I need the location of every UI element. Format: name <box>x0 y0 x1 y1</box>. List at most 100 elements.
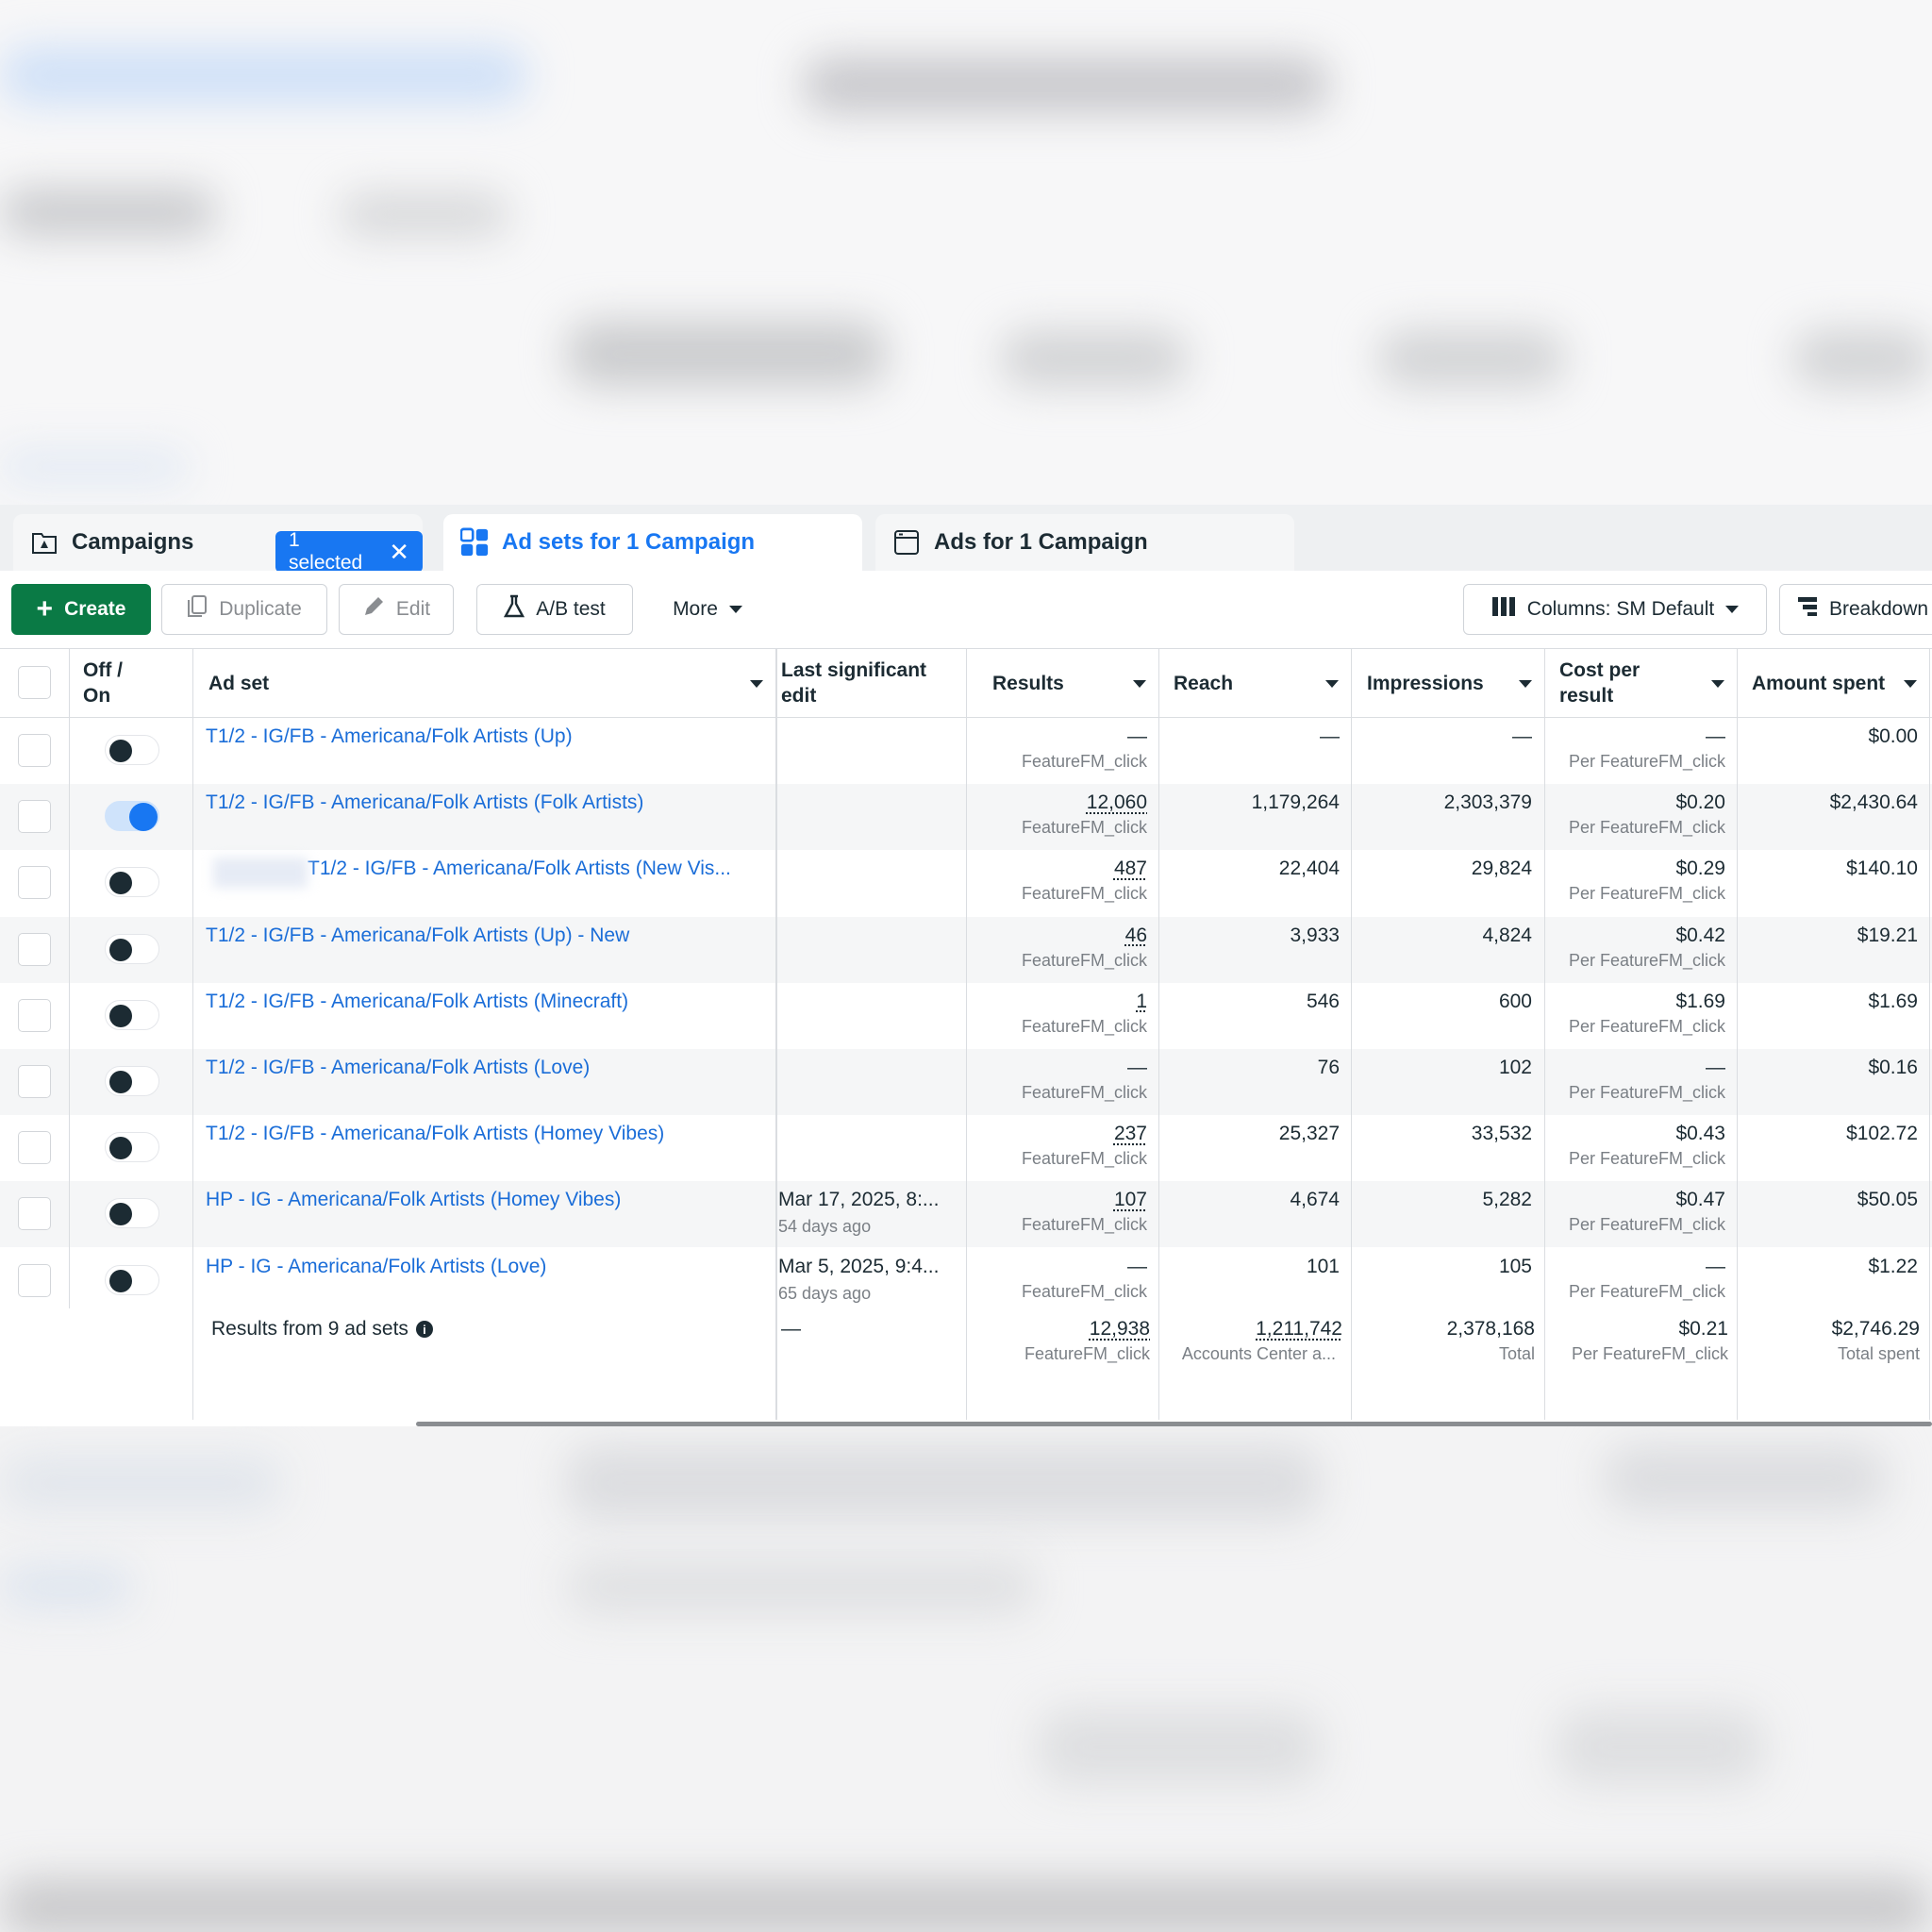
ad-set-name-link[interactable]: HP - IG - Americana/Folk Artists (Love) <box>206 1256 546 1278</box>
row-toggle[interactable] <box>105 933 159 964</box>
row-checkbox[interactable] <box>18 932 51 966</box>
toggle-knob <box>109 740 132 762</box>
columns-icon <box>1491 596 1516 623</box>
row-checkbox[interactable] <box>18 1131 51 1165</box>
header-amount-spent[interactable]: Amount spent <box>1752 649 1928 717</box>
row-toggle[interactable] <box>105 999 159 1030</box>
column-divider <box>966 648 967 1420</box>
ad-set-name-link[interactable]: T1/2 - IG/FB - Americana/Folk Artists (F… <box>206 791 643 814</box>
last-edit-date: Mar 17, 2025, 8:... <box>778 1189 940 1211</box>
totals-label-wrap: Results from 9 ad sets i <box>211 1318 433 1341</box>
plus-icon: + <box>36 593 54 625</box>
row-checkbox[interactable] <box>18 800 51 834</box>
toggle-knob <box>109 1203 132 1226</box>
row-checkbox[interactable] <box>18 734 51 767</box>
ad-set-name-link[interactable]: HP - IG - Americana/Folk Artists (Homey … <box>206 1189 621 1211</box>
impressions-value: 105 <box>1498 1255 1532 1277</box>
toggle-knob <box>109 1071 132 1093</box>
row-toggle[interactable] <box>105 1264 159 1295</box>
header-results[interactable]: Results <box>992 649 1158 717</box>
column-divider <box>1929 648 1930 1420</box>
ad-set-name-link[interactable]: T1/2 - IG/FB - Americana/Folk Artists (M… <box>206 991 628 1013</box>
breakdown-dropdown[interactable]: Breakdown <box>1779 584 1932 635</box>
row-checkbox[interactable] <box>18 998 51 1032</box>
columns-label: Columns: SM Default <box>1526 598 1715 620</box>
ad-set-name-link[interactable]: T1/2 - IG/FB - Americana/Folk Artists (N… <box>308 858 731 880</box>
grid-icon <box>460 527 489 557</box>
row-toggle[interactable] <box>105 1066 159 1096</box>
header-cost-per-result[interactable]: Cost per result <box>1559 649 1736 717</box>
row-toggle[interactable] <box>105 867 159 898</box>
reach-value: — <box>1320 725 1340 747</box>
results-value: — <box>1127 1255 1147 1277</box>
impressions-value: 2,303,379 <box>1443 791 1532 814</box>
cost-value: $1.69 <box>1675 990 1725 1012</box>
breakdown-icon <box>1797 596 1818 623</box>
amount-value: $1.22 <box>1868 1255 1918 1277</box>
ad-set-name-link[interactable]: T1/2 - IG/FB - Americana/Folk Artists (U… <box>206 924 629 947</box>
totals-reach-sub: Accounts Center a... <box>1181 1344 1336 1363</box>
results-value: 107 <box>1113 1189 1147 1211</box>
sort-icon <box>1904 680 1917 688</box>
impressions-value: 29,824 <box>1471 858 1532 880</box>
totals-results-sub: FeatureFM_click <box>1024 1344 1150 1363</box>
reach-value: 76 <box>1317 1057 1340 1078</box>
row-toggle[interactable] <box>105 1132 159 1163</box>
duplicate-label: Duplicate <box>219 598 302 620</box>
row-toggle[interactable] <box>105 1198 159 1229</box>
amount-value: $102.72 <box>1846 1123 1918 1145</box>
tab-ads[interactable]: Ads for 1 Campaign <box>875 514 1294 571</box>
header-off-on[interactable]: Off / On <box>83 649 187 717</box>
ab-test-button[interactable]: A/B test <box>476 584 633 635</box>
totals-last-edit: — <box>781 1318 801 1340</box>
tab-campaigns-label: Campaigns <box>72 529 194 555</box>
row-checkbox[interactable] <box>18 1197 51 1231</box>
ad-set-name-link[interactable]: T1/2 - IG/FB - Americana/Folk Artists (U… <box>206 725 573 748</box>
header-ad-set[interactable]: Ad set <box>208 649 774 717</box>
row-toggle[interactable] <box>105 735 159 765</box>
cost-value: $0.47 <box>1675 1189 1725 1211</box>
header-last-edit-line1: Last significant <box>781 659 927 681</box>
blurred-header-area <box>0 0 1932 505</box>
totals-impressions-sub: Total <box>1498 1344 1535 1363</box>
results-sub: FeatureFM_click <box>1021 884 1147 904</box>
columns-dropdown[interactable]: Columns: SM Default <box>1463 584 1767 635</box>
impressions-value: 5,282 <box>1482 1189 1532 1211</box>
reach-value: 4,674 <box>1290 1189 1340 1211</box>
totals-impressions: 2,378,168 <box>1446 1318 1535 1340</box>
header-reach[interactable]: Reach <box>1174 649 1350 717</box>
cost-value: — <box>1706 1255 1725 1277</box>
selected-badge[interactable]: 1 selected ✕ <box>275 529 423 574</box>
reach-value: 3,933 <box>1290 924 1340 946</box>
redacted-thumbnail <box>213 858 308 889</box>
last-edit-date: Mar 5, 2025, 9:4... <box>778 1255 940 1277</box>
column-divider <box>1544 648 1545 1420</box>
row-checkbox[interactable] <box>18 1065 51 1098</box>
select-all-checkbox[interactable] <box>18 666 51 699</box>
header-last-edit[interactable]: Last significant edit <box>781 649 960 717</box>
row-toggle[interactable] <box>105 801 159 832</box>
ad-set-name-link[interactable]: T1/2 - IG/FB - Americana/Folk Artists (H… <box>206 1123 664 1145</box>
duplicate-button[interactable]: Duplicate <box>161 584 327 635</box>
results-value: 46 <box>1124 924 1147 946</box>
header-last-edit-line2: edit <box>781 685 817 707</box>
totals-label: Results from 9 ad sets <box>211 1318 408 1340</box>
clear-selection-icon[interactable]: ✕ <box>389 540 409 564</box>
chevron-down-icon <box>1725 606 1740 613</box>
tab-ads-label: Ads for 1 Campaign <box>934 529 1148 555</box>
cost-value: $0.42 <box>1675 924 1725 946</box>
ad-sets-panel: Campaigns 1 selected ✕ Ad sets for 1 Cam… <box>0 505 1932 1426</box>
header-ad-set-label: Ad set <box>208 672 270 694</box>
folder-icon <box>30 528 58 557</box>
edit-button[interactable]: Edit <box>339 584 454 635</box>
header-impressions[interactable]: Impressions <box>1367 649 1543 717</box>
row-checkbox[interactable] <box>18 866 51 900</box>
ad-set-name-link[interactable]: T1/2 - IG/FB - Americana/Folk Artists (L… <box>206 1057 590 1079</box>
info-icon[interactable]: i <box>415 1321 433 1338</box>
row-checkbox[interactable] <box>18 1263 51 1297</box>
create-button[interactable]: + Create <box>11 584 151 635</box>
more-dropdown[interactable]: More <box>651 584 764 635</box>
tab-campaigns[interactable]: Campaigns 1 selected ✕ <box>13 514 423 574</box>
tab-ad-sets[interactable]: Ad sets for 1 Campaign <box>443 514 862 571</box>
last-edit-ago: 54 days ago <box>778 1217 872 1237</box>
